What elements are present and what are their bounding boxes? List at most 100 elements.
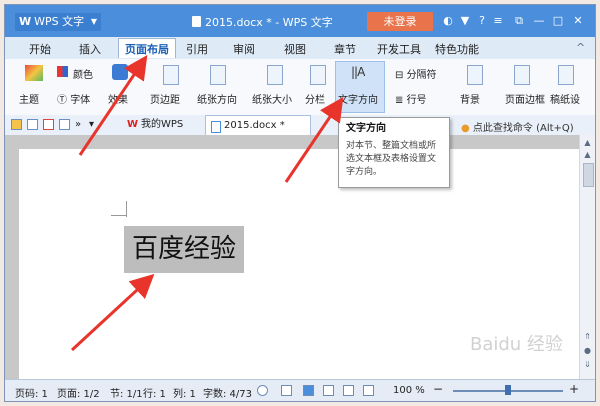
command-search-label: 点此查找命令 (Alt+Q) <box>472 123 574 134</box>
effect-icon <box>112 64 128 80</box>
selected-text[interactable]: 百度经验 <box>124 226 244 273</box>
tooltip-body: 对本节、整篇文档或所选文本框及表格设置文字方向。 <box>346 141 437 177</box>
status-section: 节: 1/1 <box>110 389 143 400</box>
effect-button[interactable]: 效果 <box>108 91 128 106</box>
tab-chapter[interactable]: 章节 <box>334 41 356 57</box>
margin-icon <box>163 65 179 85</box>
text-direction-icon: ||A <box>351 65 365 79</box>
status-column: 列: 1 <box>173 389 196 400</box>
command-search[interactable]: ● 点此查找命令 (Alt+Q) <box>461 119 574 134</box>
maximize-icon[interactable]: □ <box>551 14 565 28</box>
color-icon <box>57 66 68 77</box>
window-title: 2015.docx * - WPS 文字 <box>192 14 333 30</box>
pdf-icon[interactable] <box>43 119 54 130</box>
status-page-code: 页码: 1 <box>15 389 48 400</box>
more-icon[interactable]: » <box>75 119 86 130</box>
zoom-level[interactable]: 100 % <box>393 385 425 396</box>
zoom-in-icon[interactable]: + <box>569 382 579 396</box>
print-icon[interactable] <box>59 119 70 130</box>
wps-logo-icon: W <box>19 15 32 28</box>
document-icon <box>211 121 221 133</box>
tab-references[interactable]: 引用 <box>186 41 208 57</box>
select-browse-icon[interactable]: ● <box>582 345 593 356</box>
tab-start[interactable]: 开始 <box>29 41 51 57</box>
ribbon-collapse-icon[interactable]: ^ <box>576 41 585 54</box>
open-icon[interactable] <box>11 119 22 130</box>
tab-document-label: 2015.docx * <box>224 120 285 131</box>
tab-developer[interactable]: 开发工具 <box>377 41 421 57</box>
manuscript-icon <box>558 65 574 85</box>
orientation-button[interactable]: 纸张方向 <box>197 91 237 106</box>
title-bar: W WPS 文字 ▼ 2015.docx * - WPS 文字 未登录 ◐ ▼ ?… <box>5 5 595 37</box>
chevron-down-icon: ▼ <box>90 17 97 26</box>
margin-button[interactable]: 页边距 <box>150 91 180 106</box>
font-label: 字体 <box>70 95 91 106</box>
tab-page-layout[interactable]: 页面布局 <box>118 38 176 58</box>
color-button[interactable]: 颜色 <box>73 66 93 81</box>
next-page-icon[interactable]: ⇓ <box>582 359 593 370</box>
text-direction-tooltip: 文字方向 对本节、整篇文档或所选文本框及表格设置文字方向。 <box>338 117 450 188</box>
line-number-button[interactable]: ≣ 行号 <box>395 91 427 106</box>
ribbon-page-layout: 主题 颜色 Ⓣ 字体 效果 页边距 纸张方向 纸张大小 分栏 ||A 文字方向 … <box>5 59 595 116</box>
quick-access-bar: » ▾ W 我的WPS 2015.docx * ● 点此查找命令 (Alt+Q) <box>5 115 595 136</box>
status-line: 行: 1 <box>143 389 166 400</box>
scroll-up-icon[interactable]: ▲ <box>582 137 593 148</box>
status-pages: 页面: 1/2 <box>57 389 100 400</box>
page-view-icon[interactable] <box>303 385 314 396</box>
paper-size-icon <box>267 65 283 85</box>
status-words: 字数: 4/73 <box>203 389 253 400</box>
app-label: WPS 文字 <box>34 15 85 28</box>
margin-mark <box>126 201 127 217</box>
tab-mywps-label: 我的WPS <box>141 119 184 130</box>
scroll-up-icon[interactable]: ▲ <box>582 149 593 160</box>
skin-icon[interactable]: ◐ <box>441 14 455 28</box>
shirt-icon[interactable]: ▼ <box>458 14 472 28</box>
save-icon[interactable] <box>27 119 38 130</box>
separator-button[interactable]: ⊟ 分隔符 <box>395 66 437 81</box>
spellcheck-icon[interactable] <box>257 385 268 396</box>
wps-logo-icon: W <box>127 119 139 130</box>
lightbulb-icon: ● <box>461 123 470 134</box>
theme-button[interactable]: 主题 <box>19 91 39 106</box>
tab-mywps[interactable]: W 我的WPS <box>123 115 203 135</box>
status-bar: 页码: 1 页面: 1/2 节: 1/1 行: 1 列: 1 字数: 4/73 … <box>5 379 595 401</box>
columns-button[interactable]: 分栏 <box>305 91 325 106</box>
tab-review[interactable]: 审阅 <box>233 41 255 57</box>
help-icon[interactable]: ? <box>475 14 489 28</box>
columns-icon <box>310 65 326 85</box>
manuscript-button[interactable]: 稿纸设 <box>550 91 580 106</box>
tab-view[interactable]: 视图 <box>284 41 306 57</box>
chevron-down-icon[interactable]: ▾ <box>89 119 100 130</box>
tab-insert[interactable]: 插入 <box>79 41 101 57</box>
web-view-icon[interactable] <box>343 385 354 396</box>
theme-icon <box>25 65 43 81</box>
background-icon <box>467 65 483 85</box>
menu-icon[interactable]: ≡ <box>491 14 505 28</box>
reading-view-icon[interactable] <box>363 385 374 396</box>
tab-document[interactable]: 2015.docx * <box>205 115 311 135</box>
prev-page-icon[interactable]: ⇑ <box>582 331 593 342</box>
fullscreen-icon[interactable] <box>281 385 292 396</box>
separator-label: 分隔符 <box>406 70 437 81</box>
tab-features[interactable]: 特色功能 <box>435 41 479 57</box>
login-button[interactable]: 未登录 <box>367 12 433 31</box>
app-menu-button[interactable]: W WPS 文字 ▼ <box>15 13 101 31</box>
ribbon-tabs: 开始 插入 页面布局 引用 审阅 视图 章节 开发工具 特色功能 ^ <box>5 37 595 60</box>
paper-size-button[interactable]: 纸张大小 <box>252 91 292 106</box>
restore-icon[interactable]: ⧉ <box>512 14 526 28</box>
text-direction-button[interactable]: 文字方向 <box>338 91 378 106</box>
scroll-thumb[interactable] <box>583 163 594 187</box>
close-icon[interactable]: ✕ <box>571 14 585 28</box>
margin-mark <box>111 215 127 216</box>
font-button[interactable]: Ⓣ 字体 <box>57 91 90 106</box>
baidu-watermark: Baidu 经验 <box>470 334 563 355</box>
vertical-scrollbar[interactable]: ▲ ▲ ⇑ ● ⇓ <box>579 135 595 379</box>
line-number-label: 行号 <box>406 95 427 106</box>
document-icon <box>192 16 201 27</box>
page-border-button[interactable]: 页面边框 <box>505 91 545 106</box>
zoom-slider-knob[interactable] <box>505 385 511 395</box>
background-button[interactable]: 背景 <box>460 91 480 106</box>
zoom-out-icon[interactable]: − <box>433 382 443 396</box>
minimize-icon[interactable]: — <box>532 14 546 28</box>
outline-view-icon[interactable] <box>323 385 334 396</box>
